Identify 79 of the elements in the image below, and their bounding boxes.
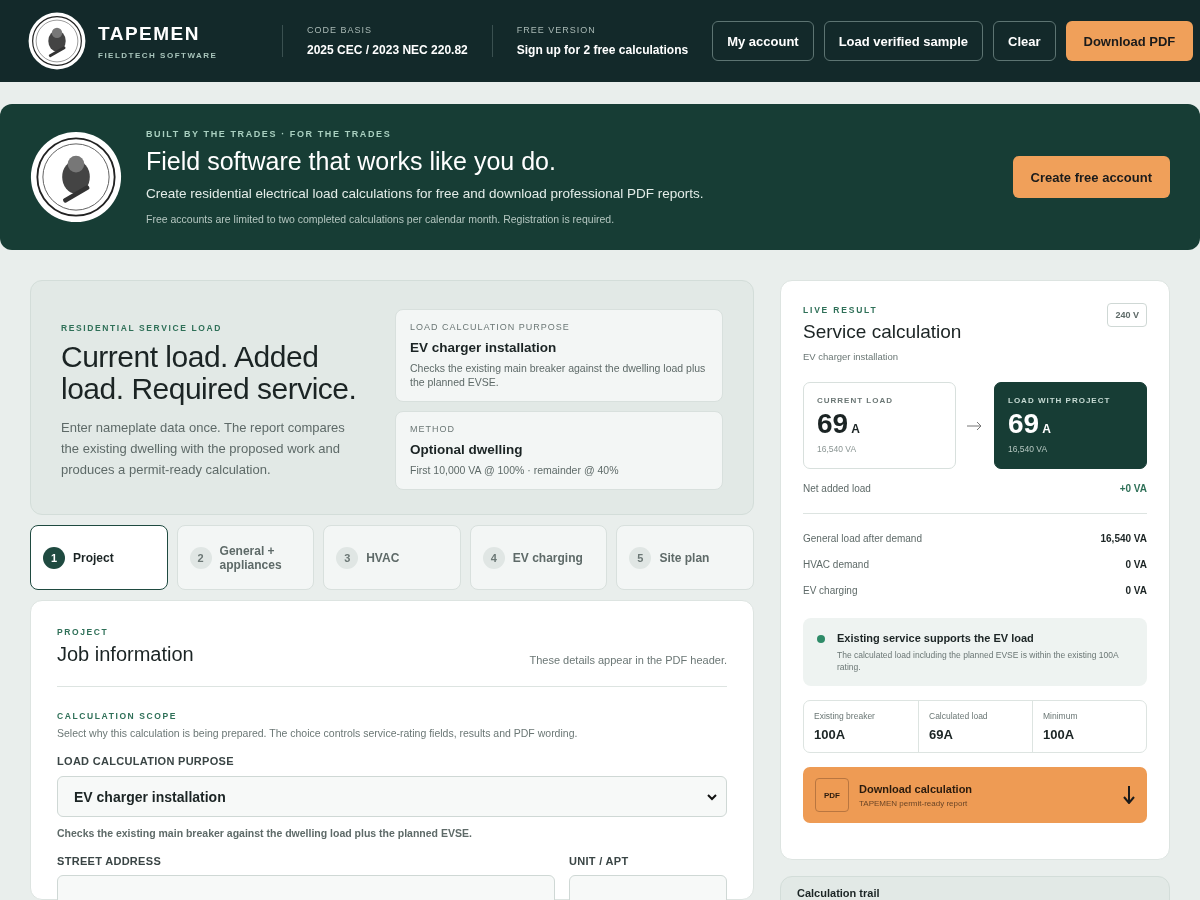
card-label: METHOD (410, 424, 456, 434)
load-amps: 69 A (1008, 409, 1052, 441)
card-label: LOAD CALCULATION PURPOSE (410, 322, 571, 332)
load-label: LOAD WITH PROJECT (1008, 396, 1112, 405)
stat-label: Existing breaker (814, 711, 876, 721)
stat-value: 100A (1043, 727, 1076, 742)
step-number: 4 (482, 546, 505, 569)
step-number: 3 (336, 546, 359, 569)
load-label: CURRENT LOAD (817, 396, 894, 405)
stat-label: Calculated load (929, 711, 989, 721)
step-number: 2 (189, 546, 212, 569)
load-va: 16,540 VA (817, 444, 858, 454)
download-subtitle: TAPEMEN permit-ready report (859, 798, 969, 808)
card-text: Checks the existing main breaker against the dwelling load plus the planned EVSE. (410, 361, 707, 389)
section-title: Job information (57, 643, 194, 666)
step-number: 1 (43, 546, 65, 569)
step-number: 5 (629, 546, 652, 569)
row-label: Net added load (803, 483, 871, 494)
step-tab[interactable]: 1 Project (30, 525, 168, 590)
download-title: Download calculation (859, 782, 974, 795)
row-label: EV charging (803, 585, 858, 596)
header-button[interactable]: Clear (993, 21, 1056, 61)
field-help: Checks the existing main breaker against the dwelling load plus the planned EVSE. (57, 827, 473, 839)
step-tab[interactable]: 2 General + appliances (176, 525, 315, 590)
result-title: Service calculation (803, 321, 962, 343)
step-tab[interactable]: 4 EV charging (469, 525, 608, 590)
row-value: +0 VA (1119, 483, 1147, 494)
status-text: The calculated load including the planned EVSE is within the existing 100A rating. (837, 649, 1120, 673)
hero-note: Free accounts are limited to two completed calculations per calendar month. Registration is required. (146, 213, 616, 225)
stat-value: 69A (929, 727, 954, 742)
header-button[interactable]: My account (712, 21, 814, 61)
header-button[interactable]: Load verified sample (823, 21, 983, 61)
field-label: LOAD CALCULATION PURPOSE (57, 755, 235, 767)
load-amps: 69 A (817, 409, 861, 441)
brand-name: TAPEMEN (98, 22, 201, 45)
step-tab[interactable]: 3 HVAC (323, 525, 461, 590)
row-value: 0 VA (1125, 585, 1147, 596)
section-eyebrow: PROJECT (57, 627, 110, 637)
card-text: First 10,000 VA @ 100% · remainder @ 40% (410, 463, 620, 477)
load-va: 16,540 VA (1008, 444, 1049, 454)
download-calculation-button[interactable]: PDF Download calculation TAPEMEN permit-ready report (803, 767, 1147, 823)
row-label: General load after demand (803, 533, 922, 544)
hero-eyebrow: BUILT BY THE TRADES · FOR THE TRADES (146, 129, 393, 139)
info-value: Sign up for 2 free calculations (516, 43, 689, 57)
hero-title: Field software that works like you do. (146, 147, 557, 176)
create-account-button[interactable]: Create free account (1012, 156, 1170, 198)
result-subtitle: EV charger installation (803, 351, 900, 362)
status-title: Existing service supports the EV load (837, 632, 1035, 644)
row-label: HVAC demand (803, 559, 869, 570)
brand-tagline: FIELDTECH SOFTWARE (98, 50, 218, 60)
purpose-dropdown[interactable]: EV charger installation (57, 776, 727, 817)
scope-eyebrow: CALCULATION SCOPE (57, 711, 179, 721)
logo-icon (28, 12, 86, 70)
result-eyebrow: LIVE RESULT (803, 305, 879, 315)
info-label: FREE VERSION (516, 25, 597, 35)
row-value: 16,540 VA (1100, 533, 1147, 544)
scope-text: Select why this calculation is being prepared. The choice controls service-rating fields, results and PDF wording. (57, 727, 579, 739)
download-button[interactable]: Download PDF (1065, 21, 1194, 61)
pdf-badge: PDF (815, 778, 849, 812)
field-label: UNIT / APT (569, 855, 630, 867)
info-value: 2025 CEC / 2023 NEC 220.82 (307, 43, 468, 57)
info-label: CODE BASIS (307, 25, 373, 35)
arrow-icon (967, 420, 983, 431)
hero-subtitle: Create residential electrical load calculations for free and download professional PDF reports. (146, 186, 705, 201)
logo-icon (30, 131, 122, 223)
card-title: EV charger installation (410, 340, 558, 355)
trail-title: Calculation trail (797, 887, 881, 899)
stat-label: Minimum (1043, 711, 1079, 721)
intro-text: Enter nameplate data once. The report compares the existing dwelling with the proposed work and produces a permit-ready calculation. (61, 419, 346, 479)
intro-eyebrow: RESIDENTIAL SERVICE LOAD (61, 323, 223, 333)
card-title: Optional dwelling (410, 442, 524, 457)
down-arrow-icon (1123, 786, 1135, 804)
intro-title: Current load. Added load. Required service. (61, 341, 358, 405)
step-tab[interactable]: 5 Site plan (616, 525, 754, 590)
voltage-button[interactable]: 240 V (1107, 303, 1147, 327)
field-label: STREET ADDRESS (57, 855, 163, 867)
stat-value: 100A (814, 727, 847, 742)
row-value: 0 VA (1125, 559, 1147, 570)
section-note: These details appear in the PDF header. (529, 654, 727, 666)
